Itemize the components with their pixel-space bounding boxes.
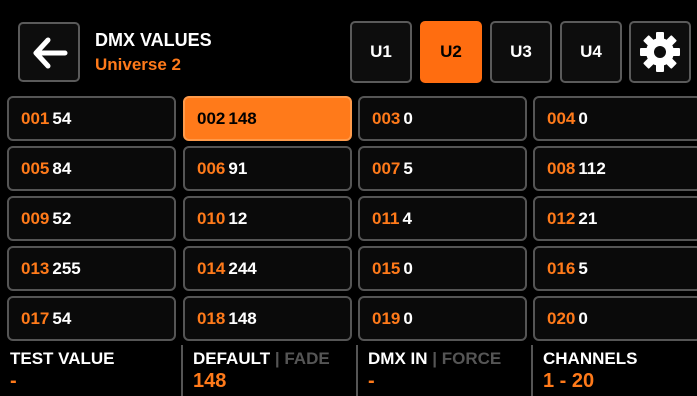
force-label: | FORCE — [432, 349, 502, 368]
channel-cell-014[interactable]: 014 244 — [183, 246, 352, 291]
channel-cell-005[interactable]: 005 84 — [7, 146, 176, 191]
default-fade-panel[interactable]: DEFAULT | FADE 148 — [183, 345, 355, 396]
default-label: DEFAULT — [193, 349, 271, 368]
fade-label: | FADE — [274, 349, 330, 368]
test-value-panel[interactable]: TEST VALUE - — [0, 345, 180, 396]
arrow-left-icon — [33, 37, 68, 69]
channel-cell-017[interactable]: 017 54 — [7, 296, 176, 341]
settings-button[interactable] — [629, 21, 691, 83]
channel-cell-007[interactable]: 007 5 — [358, 146, 527, 191]
channel-cell-020[interactable]: 020 0 — [533, 296, 697, 341]
channel-cell-013[interactable]: 013 255 — [7, 246, 176, 291]
channel-cell-010[interactable]: 010 12 — [183, 196, 352, 241]
channel-cell-001[interactable]: 001 54 — [7, 96, 176, 141]
channel-cell-006[interactable]: 006 91 — [183, 146, 352, 191]
page-title: DMX VALUES — [95, 30, 212, 50]
channel-cell-012[interactable]: 012 21 — [533, 196, 697, 241]
test-value-label: TEST VALUE — [10, 349, 115, 368]
gear-icon — [640, 32, 680, 72]
channel-cell-011[interactable]: 011 4 — [358, 196, 527, 241]
channels-range: 1 - 20 — [543, 370, 595, 392]
channel-cell-015[interactable]: 015 0 — [358, 246, 527, 291]
universe-u3-button[interactable]: U3 — [490, 21, 552, 83]
universe-u1-button[interactable]: U1 — [350, 21, 412, 83]
universe-u2-button[interactable]: U2 — [420, 21, 482, 83]
channel-cell-009[interactable]: 009 52 — [7, 196, 176, 241]
dmx-in-label: DMX IN — [368, 349, 428, 368]
back-button[interactable] — [18, 22, 80, 82]
default-value: 148 — [193, 370, 227, 392]
channel-cell-003[interactable]: 003 0 — [358, 96, 527, 141]
channel-cell-004[interactable]: 004 0 — [533, 96, 697, 141]
dmx-in-force-panel[interactable]: DMX IN | FORCE - — [358, 345, 530, 396]
universe-u4-button[interactable]: U4 — [560, 21, 622, 83]
universe-subtitle: Universe 2 — [95, 55, 181, 74]
channels-panel[interactable]: CHANNELS 1 - 20 — [533, 345, 697, 396]
channels-label: CHANNELS — [543, 349, 638, 368]
test-value-value: - — [10, 370, 17, 392]
channel-cell-016[interactable]: 016 5 — [533, 246, 697, 291]
dmx-in-value: - — [368, 370, 375, 392]
channel-cell-002[interactable]: 002 148 — [183, 96, 352, 141]
channel-cell-018[interactable]: 018 148 — [183, 296, 352, 341]
channel-cell-008[interactable]: 008 112 — [533, 146, 697, 191]
channel-cell-019[interactable]: 019 0 — [358, 296, 527, 341]
